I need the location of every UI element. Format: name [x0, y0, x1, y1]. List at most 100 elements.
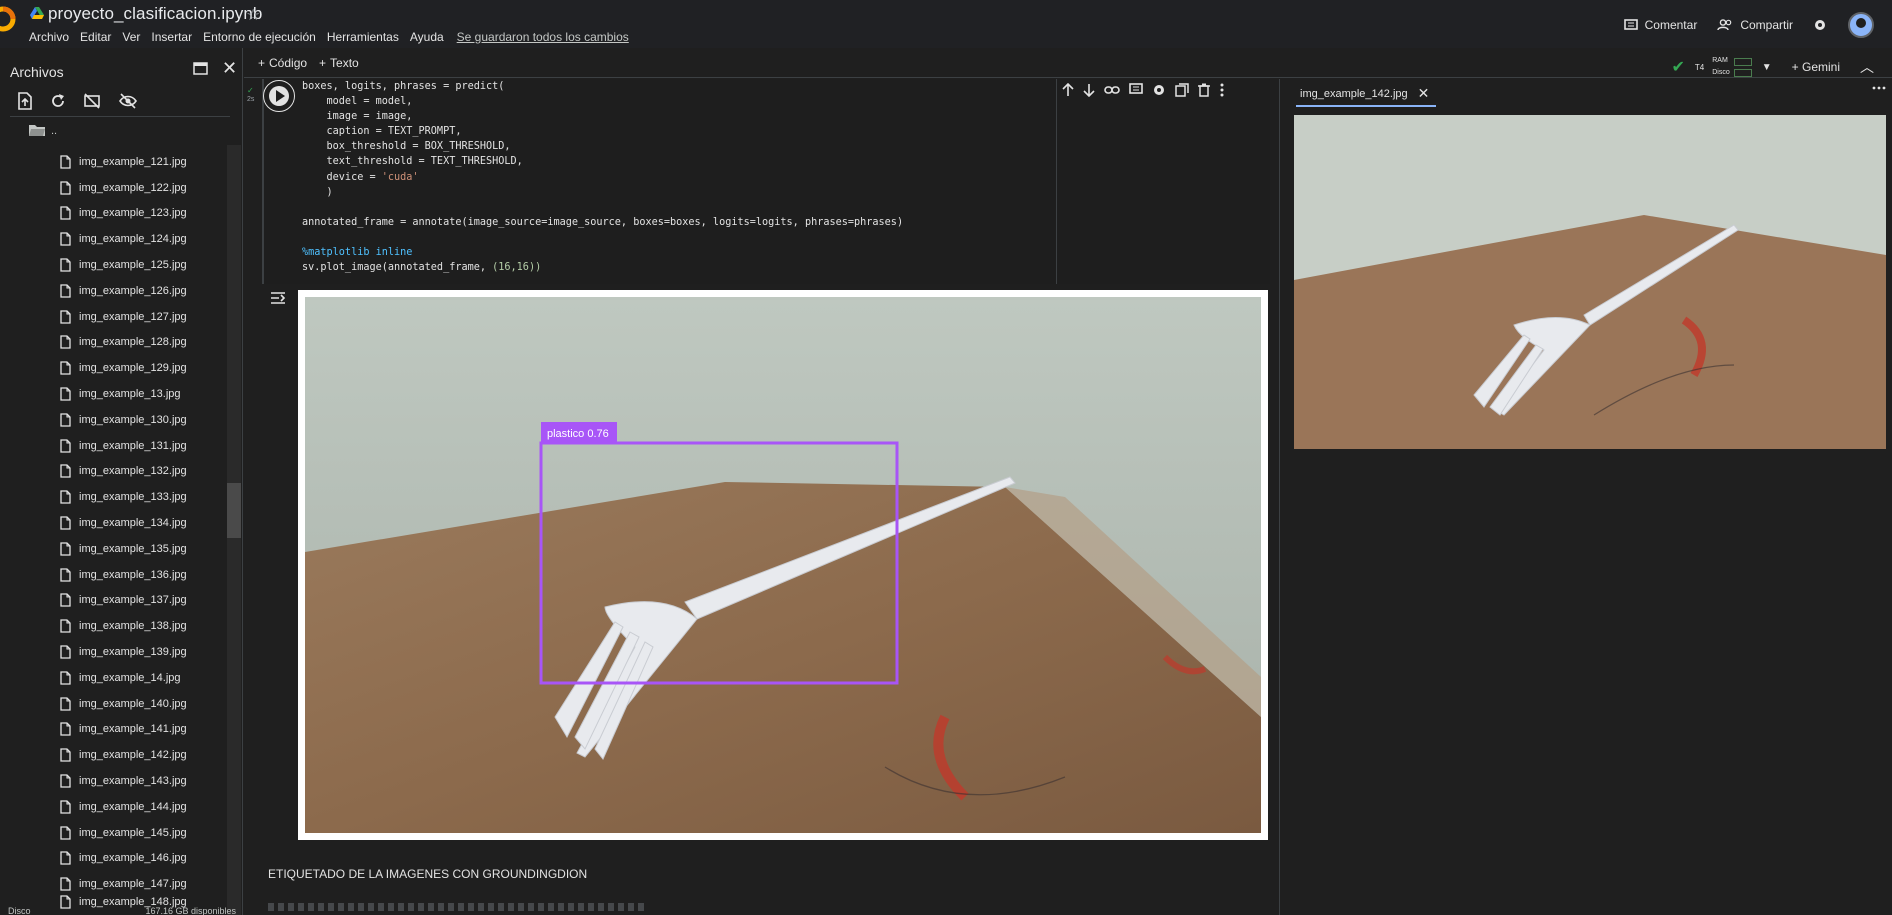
- move-down-icon[interactable]: [1083, 83, 1095, 97]
- file-list-item[interactable]: img_example_141.jpg: [60, 717, 230, 743]
- file-icon: [60, 825, 71, 840]
- resource-meters[interactable]: [1733, 57, 1752, 77]
- file-list-item[interactable]: img_example_140.jpg: [60, 691, 230, 717]
- file-list-item[interactable]: img_example_129.jpg: [60, 355, 230, 381]
- file-list-item[interactable]: img_example_145.jpg: [60, 820, 230, 846]
- preview-image: [1294, 115, 1886, 449]
- file-icon: [60, 645, 71, 659]
- file-list-item[interactable]: img_example_122.jpg: [60, 175, 230, 201]
- file-list-item[interactable]: img_example_131.jpg: [60, 433, 230, 459]
- file-list-item[interactable]: img_example_134.jpg: [60, 510, 230, 536]
- file-list-item[interactable]: img_example_14.jpg: [60, 665, 230, 691]
- cell-settings-gear-icon[interactable]: [1152, 83, 1166, 97]
- sidebar-scrollbar-thumb[interactable]: [227, 483, 241, 538]
- comment-button[interactable]: Comentar: [1623, 18, 1697, 32]
- runtime-type[interactable]: T4: [1695, 63, 1704, 72]
- close-sidebar-icon[interactable]: ✕: [222, 58, 237, 79]
- file-name: img_example_136.jpg: [79, 568, 187, 581]
- file-name: img_example_133.jpg: [79, 491, 187, 504]
- file-icon: [60, 155, 71, 169]
- menu-herramientas[interactable]: Herramientas: [327, 30, 399, 44]
- tab-image-label: img_example_142.jpg: [1300, 87, 1408, 100]
- file-list-item[interactable]: img_example_123.jpg: [60, 201, 230, 227]
- settings-button[interactable]: [1813, 18, 1834, 32]
- move-up-icon[interactable]: [1062, 83, 1074, 97]
- disk-meter: [1733, 68, 1752, 77]
- file-list-item[interactable]: img_example_138.jpg: [60, 613, 230, 639]
- file-list-item[interactable]: img_example_133.jpg: [60, 484, 230, 510]
- open-in-window-icon[interactable]: [193, 62, 208, 75]
- delete-cell-icon[interactable]: [1198, 83, 1210, 97]
- ram-meter: [1733, 57, 1752, 66]
- comment-cell-icon[interactable]: [1129, 83, 1143, 97]
- menu-ayuda[interactable]: Ayuda: [410, 30, 444, 44]
- close-tab-icon[interactable]: ✕: [1418, 85, 1430, 102]
- menu-editar[interactable]: Editar: [80, 30, 111, 44]
- mirror-cell-icon[interactable]: [1175, 83, 1189, 97]
- file-list-item[interactable]: img_example_13.jpg: [60, 381, 230, 407]
- file-name: img_example_134.jpg: [79, 517, 187, 530]
- file-list-item[interactable]: img_example_136.jpg: [60, 562, 230, 588]
- file-list-item[interactable]: img_example_121.jpg: [60, 149, 230, 175]
- file-icon: [60, 748, 71, 762]
- file-name: img_example_137.jpg: [79, 594, 187, 607]
- file-list-item[interactable]: img_example_132.jpg: [60, 459, 230, 485]
- save-status-link[interactable]: Se guardaron todos los cambios: [457, 30, 629, 44]
- google-drive-icon[interactable]: [30, 7, 44, 20]
- file-list-item[interactable]: img_example_130.jpg: [60, 407, 230, 433]
- menu-insertar[interactable]: Insertar: [151, 30, 192, 44]
- file-list-item[interactable]: img_example_125.jpg: [60, 252, 230, 278]
- file-name: img_example_146.jpg: [79, 852, 187, 865]
- menu-ver[interactable]: Ver: [122, 30, 140, 44]
- file-list-item[interactable]: img_example_144.jpg: [60, 794, 230, 820]
- star-icon[interactable]: ☆: [246, 5, 260, 25]
- parent-folder[interactable]: ..: [28, 124, 57, 137]
- play-icon: [276, 90, 285, 102]
- file-list-item[interactable]: img_example_135.jpg: [60, 536, 230, 562]
- file-name: img_example_147.jpg: [79, 878, 187, 891]
- file-list-item[interactable]: img_example_142.jpg: [60, 742, 230, 768]
- notebook-title[interactable]: proyecto_clasificacion.ipynb: [48, 4, 262, 24]
- add-text-button[interactable]: + Texto: [319, 56, 359, 70]
- file-icon: [60, 464, 71, 479]
- share-button[interactable]: Compartir: [1717, 18, 1793, 32]
- resource-labels: RAM Disco: [1712, 55, 1730, 79]
- mount-drive-off-icon[interactable]: [83, 92, 101, 110]
- menu-archivo[interactable]: Archivo: [29, 30, 69, 44]
- file-icon: [60, 567, 71, 582]
- code-cell[interactable]: boxes, logits, phrases = predict( model …: [262, 79, 1270, 284]
- hide-files-icon[interactable]: [118, 92, 138, 110]
- account-avatar[interactable]: [1848, 12, 1874, 38]
- file-list-item[interactable]: img_example_124.jpg: [60, 226, 230, 252]
- file-list-item[interactable]: img_example_146.jpg: [60, 846, 230, 872]
- file-name: img_example_138.jpg: [79, 620, 187, 633]
- refresh-icon[interactable]: [50, 92, 66, 110]
- link-icon[interactable]: [1104, 83, 1120, 97]
- menu-entorno[interactable]: Entorno de ejecución: [203, 30, 316, 44]
- gemini-button[interactable]: + Gemini: [1792, 60, 1840, 74]
- detection-label: plastico 0.76: [547, 428, 609, 440]
- file-list-item[interactable]: img_example_128.jpg: [60, 330, 230, 356]
- cell-exec-time: 2s: [247, 96, 255, 103]
- colab-logo-icon[interactable]: [0, 6, 16, 32]
- output-actions-icon[interactable]: [270, 291, 286, 305]
- sidebar-toolbar: [17, 92, 138, 110]
- add-code-button[interactable]: + Código: [258, 56, 307, 70]
- tab-image-preview[interactable]: img_example_142.jpg ✕: [1300, 85, 1429, 102]
- file-list-item[interactable]: img_example_139.jpg: [60, 639, 230, 665]
- upload-file-icon[interactable]: [17, 92, 33, 110]
- code-editor[interactable]: boxes, logits, phrases = predict( model …: [302, 79, 903, 275]
- file-list-item[interactable]: img_example_126.jpg: [60, 278, 230, 304]
- more-horiz-icon[interactable]: [1872, 85, 1886, 91]
- file-list-item[interactable]: img_example_143.jpg: [60, 768, 230, 794]
- connected-check-icon: ✔: [1671, 59, 1685, 76]
- file-list-item[interactable]: img_example_137.jpg: [60, 588, 230, 614]
- file-name: img_example_130.jpg: [79, 413, 187, 426]
- file-list-item[interactable]: img_example_147.jpg: [60, 871, 230, 897]
- disk-footer-label: Disco: [8, 906, 31, 915]
- markdown-heading[interactable]: ETIQUETADO DE LA IMAGENES CON GROUNDINGD…: [268, 867, 587, 881]
- file-list-item[interactable]: img_example_127.jpg: [60, 304, 230, 330]
- runtime-menu-chevron-icon[interactable]: ▼: [1762, 62, 1772, 73]
- more-vert-icon[interactable]: [1219, 83, 1225, 97]
- collapse-chevron-up-icon[interactable]: ︿: [1860, 57, 1874, 77]
